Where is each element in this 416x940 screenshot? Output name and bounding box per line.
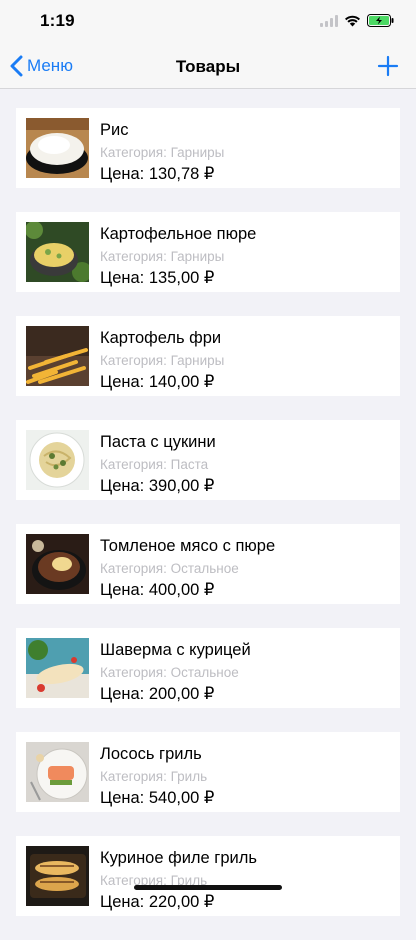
product-name: Картофель фри: [100, 329, 222, 347]
home-indicator[interactable]: [134, 885, 282, 890]
product-image: [26, 430, 89, 490]
product-category: Категория: Гарниры: [100, 249, 225, 264]
add-button[interactable]: [376, 54, 400, 78]
page-title: Товары: [175, 57, 241, 76]
product-image: [26, 222, 89, 282]
product-image: [26, 534, 89, 594]
product-category: Категория: Гриль: [100, 769, 208, 784]
status-time: 1:19: [40, 11, 75, 30]
product-card-braised-meat[interactable]: Томленое мясо с пюре Категория: Остально…: [16, 524, 400, 604]
product-price: Цена: 140,00 ₽: [100, 373, 215, 391]
product-name: Шаверма с курицей: [100, 641, 251, 659]
product-price: Цена: 135,00 ₽: [100, 269, 215, 287]
product-price: Цена: 200,00 ₽: [100, 685, 215, 703]
product-category: Категория: Паста: [100, 457, 209, 472]
product-image: [26, 638, 89, 698]
product-category: Категория: Гарниры: [100, 353, 225, 368]
product-name: Картофельное пюре: [100, 225, 257, 243]
product-category: Категория: Гарниры: [100, 145, 225, 160]
status-icons: [320, 14, 394, 32]
product-name: Куриное филе гриль: [100, 849, 257, 867]
product-card-french-fries[interactable]: Картофель фри Категория: Гарниры Цена: 1…: [16, 316, 400, 396]
plus-icon: [377, 55, 399, 77]
product-name: Рис: [100, 121, 129, 139]
product-card-rice[interactable]: Рис Категория: Гарниры Цена: 130,78 ₽: [16, 108, 400, 188]
product-image: [26, 326, 89, 386]
product-price: Цена: 540,00 ₽: [100, 789, 215, 807]
product-list: Рис Категория: Гарниры Цена: 130,78 ₽ Ка…: [0, 108, 416, 940]
wifi-icon: [344, 14, 361, 32]
product-image: [26, 118, 89, 178]
battery-icon: [367, 14, 394, 32]
product-card-grilled-chicken[interactable]: Куриное филе гриль Категория: Гриль Цена…: [16, 836, 400, 916]
product-card-zucchini-pasta[interactable]: Паста с цукини Категория: Паста Цена: 39…: [16, 420, 400, 500]
product-price: Цена: 400,00 ₽: [100, 581, 215, 599]
product-name: Томленое мясо с пюре: [100, 537, 276, 555]
navigation-bar: Меню Товары: [0, 44, 416, 89]
product-price: Цена: 390,00 ₽: [100, 477, 215, 495]
product-category: Категория: Остальное: [100, 561, 239, 576]
product-category: Категория: Остальное: [100, 665, 239, 680]
product-image: [26, 742, 89, 802]
product-image: [26, 846, 89, 906]
product-card-mashed-potatoes[interactable]: Картофельное пюре Категория: Гарниры Цен…: [16, 212, 400, 292]
product-card-chicken-shawarma[interactable]: Шаверма с курицей Категория: Остальное Ц…: [16, 628, 400, 708]
signal-icon: [320, 14, 338, 32]
product-name: Лосось гриль: [100, 745, 202, 763]
status-bar: 1:19: [0, 0, 416, 44]
product-price: Цена: 130,78 ₽: [100, 165, 215, 183]
product-card-grilled-salmon[interactable]: Лосось гриль Категория: Гриль Цена: 540,…: [16, 732, 400, 812]
product-price: Цена: 220,00 ₽: [100, 893, 215, 911]
product-name: Паста с цукини: [100, 433, 216, 451]
